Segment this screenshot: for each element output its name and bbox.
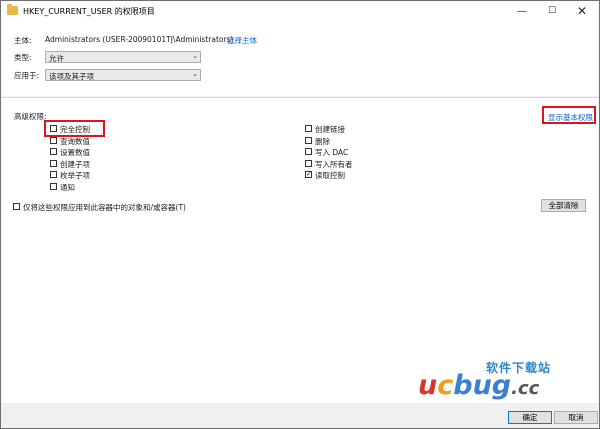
permission-entry-window: HKEY_CURRENT_USER 的权限项目 — ☐ ✕ 主体: Admini…	[0, 0, 600, 429]
permission-label: 写入 DAC	[315, 148, 349, 157]
permission-label: 通知	[60, 182, 75, 192]
chevron-down-icon: ⌄	[192, 52, 198, 60]
highlight-box	[542, 106, 596, 124]
principal-value: Administrators (USER-20090101TJ\Administ…	[45, 35, 234, 44]
applies-to-label: 应用于:	[14, 71, 40, 80]
applies-to-select-value: 该项及其子项	[49, 72, 94, 81]
watermark-wordmark: ucbug.cc	[418, 370, 539, 401]
checkmark-icon: ✓	[306, 170, 312, 178]
type-select-value: 允许	[49, 54, 64, 63]
permission-label: 创建链接	[315, 125, 345, 134]
type-select[interactable]: 允许 ⌄	[45, 51, 201, 63]
permission-label: 枚举子项	[60, 171, 90, 180]
principal-label: 主体:	[14, 36, 32, 45]
site-watermark-logo: 软件下载站 ucbug.cc	[418, 359, 598, 409]
cancel-button[interactable]: 取消	[554, 411, 598, 424]
permission-checkbox[interactable]	[50, 182, 57, 190]
watermark-suffix: .cc	[511, 378, 540, 399]
principal-panel: 主体: Administrators (USER-20090101TJ\Admi…	[1, 23, 599, 96]
permission-checkbox[interactable]	[305, 148, 312, 155]
permission-label: 创建子项	[60, 159, 90, 169]
permission-label: 删除	[315, 136, 330, 146]
permission-checkbox[interactable]	[305, 136, 312, 144]
permission-checkbox[interactable]	[305, 159, 312, 167]
apply-only-checkbox[interactable]	[13, 203, 20, 210]
window-title: HKEY_CURRENT_USER 的权限项目	[23, 7, 155, 16]
permission-checkbox[interactable]	[50, 148, 57, 155]
folder-icon	[7, 4, 18, 15]
permission-label: 写入所有者	[315, 159, 353, 169]
minimize-button[interactable]: —	[507, 1, 537, 23]
permission-label: 设置数值	[60, 148, 90, 157]
title-bar[interactable]: HKEY_CURRENT_USER 的权限项目 — ☐ ✕	[1, 1, 599, 23]
clear-all-button[interactable]: 全部清除	[541, 199, 586, 212]
advanced-permissions-panel: 高级权限: 显示基本权限 完全控制 查询数值 设置数值 创建子项 枚举子项 通知 创建链接…	[1, 98, 599, 403]
ok-button[interactable]: 确定	[508, 411, 552, 424]
select-principal-link[interactable]: 选择主体	[227, 35, 257, 46]
apply-only-label: 仅将这些权限应用到此容器中的对象和/或容器(T)	[23, 203, 186, 212]
type-label: 类型:	[14, 53, 32, 62]
permission-checkbox[interactable]	[50, 136, 57, 144]
permission-checkbox[interactable]: ✓	[305, 171, 312, 178]
advanced-permissions-heading: 高级权限:	[14, 112, 47, 121]
close-button[interactable]: ✕	[567, 1, 597, 23]
maximize-button[interactable]: ☐	[537, 1, 567, 23]
applies-to-select[interactable]: 该项及其子项 ⌄	[45, 69, 201, 81]
permission-label: 读取控制	[315, 171, 345, 180]
chevron-down-icon: ⌄	[192, 70, 198, 78]
highlight-box	[44, 120, 105, 137]
permission-label: 查询数值	[60, 136, 90, 146]
watermark-letters-bug: bug	[453, 370, 512, 401]
watermark-letter-c: c	[437, 370, 454, 401]
permission-checkbox[interactable]	[305, 125, 312, 132]
watermark-letter-u: u	[418, 370, 438, 401]
permission-checkbox[interactable]	[50, 171, 57, 178]
permission-checkbox[interactable]	[50, 159, 57, 167]
